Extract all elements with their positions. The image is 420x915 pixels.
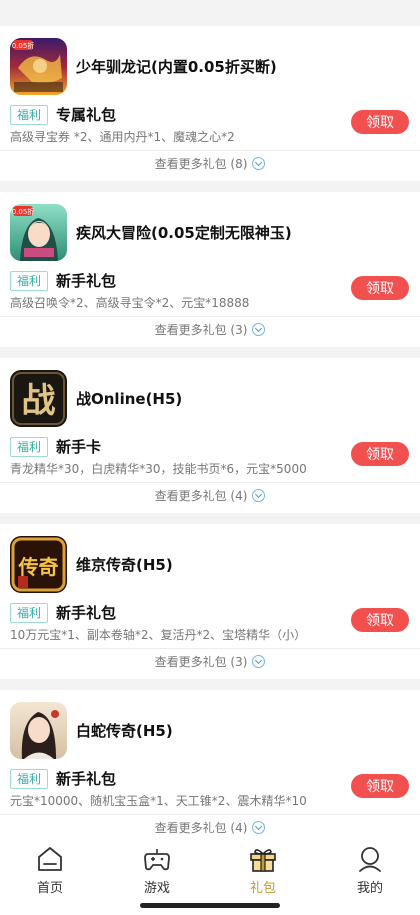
game-title[interactable]: 战Online(H5): [76, 388, 182, 409]
game-title[interactable]: 少年驯龙记(内置0.05折买断): [76, 56, 277, 77]
tab-gifts[interactable]: 礼包: [223, 844, 303, 900]
zhan-calligraphy-icon[interactable]: 战: [10, 370, 67, 427]
tab-label: 我的: [356, 881, 383, 896]
game-gift-card: 白蛇传奇(H5) 福利 新手礼包 领取 元宝*10000、随机宝玉盒*1、天工锥…: [0, 690, 420, 845]
gift-row: 福利 专属礼包: [10, 104, 410, 126]
welfare-tag: 福利: [10, 271, 48, 291]
more-gifts-link[interactable]: 查看更多礼包 (4): [0, 486, 420, 506]
game-gift-card: 战 战Online(H5) 福利 新手卡 领取 青龙精华*30，白虎精华*30，…: [0, 358, 420, 513]
claim-button[interactable]: 领取: [351, 276, 409, 300]
home-indicator: [140, 903, 280, 908]
game-gift-card: 0.05折 少年驯龙记(内置0.05折买断) 福利 专属礼包 领取 高级寻宝券 …: [0, 26, 420, 181]
user-icon: [359, 847, 381, 872]
gift-name: 新手礼包: [56, 272, 117, 290]
tab-games[interactable]: 游戏: [117, 844, 197, 900]
chevron-down-icon: [252, 489, 266, 502]
gift-description: 高级寻宝券 *2、通用内丹*1、魔魂之心*2: [10, 130, 235, 144]
claim-button[interactable]: 领取: [351, 608, 409, 632]
chevron-down-icon: [252, 157, 266, 170]
divider: [0, 648, 420, 649]
gift-name: 新手礼包: [56, 604, 117, 622]
welfare-tag: 福利: [10, 769, 48, 789]
tab-label: 游戏: [143, 881, 170, 896]
more-gifts-label: 查看更多礼包 (4): [154, 489, 248, 503]
chevron-down-icon: [252, 323, 266, 336]
gift-list: 0.05折 少年驯龙记(内置0.05折买断) 福利 专属礼包 领取 高级寻宝券 …: [0, 26, 420, 845]
game-gift-card: 0.05折 疾风大冒险(0.05定制无限神玉) 福利 新手礼包 领取 高级召唤令…: [0, 192, 420, 347]
game-title[interactable]: 维京传奇(H5): [76, 554, 173, 575]
icon-calligraphy-text: 传奇: [18, 555, 59, 579]
anime-girl-game-icon[interactable]: 0.05折: [10, 204, 67, 261]
gamepad-icon: [144, 849, 170, 871]
gift-description: 青龙精华*30，白虎精华*30，技能书页*6，元宝*5000: [10, 462, 307, 476]
claim-button[interactable]: 领取: [351, 442, 409, 466]
tab-label: 礼包: [249, 881, 276, 896]
gift-icon: [250, 849, 276, 872]
tab-home[interactable]: 首页: [10, 844, 90, 900]
chuanqi-calligraphy-icon[interactable]: 传奇: [10, 536, 67, 593]
welfare-tag: 福利: [10, 603, 48, 623]
gift-row: 福利 新手卡: [10, 436, 410, 458]
chevron-down-icon: [252, 821, 266, 834]
welfare-tag: 福利: [10, 105, 48, 125]
more-gifts-link[interactable]: 查看更多礼包 (4): [0, 818, 420, 838]
gift-row: 福利 新手礼包: [10, 270, 410, 292]
tab-label: 首页: [36, 881, 63, 896]
gift-name: 新手礼包: [56, 770, 117, 788]
icon-calligraphy-text: 战: [22, 381, 56, 421]
divider: [0, 482, 420, 483]
dragon-game-icon[interactable]: 0.05折: [10, 38, 67, 95]
more-gifts-label: 查看更多礼包 (4): [154, 821, 248, 835]
gift-description: 10万元宝*1、副本卷轴*2、复活丹*2、宝塔精华（小）: [10, 628, 307, 642]
gift-row: 福利 新手礼包: [10, 602, 410, 624]
divider: [0, 814, 420, 815]
welfare-tag: 福利: [10, 437, 48, 457]
more-gifts-label: 查看更多礼包 (3): [154, 323, 248, 337]
divider: [0, 316, 420, 317]
divider: [0, 150, 420, 151]
gift-row: 福利 新手礼包: [10, 768, 410, 790]
more-gifts-label: 查看更多礼包 (8): [154, 157, 248, 171]
claim-button[interactable]: 领取: [351, 774, 409, 798]
claim-button[interactable]: 领取: [351, 110, 409, 134]
home-icon: [38, 847, 62, 871]
tab-mine[interactable]: 我的: [330, 844, 410, 900]
gift-name: 新手卡: [56, 438, 102, 456]
game-title[interactable]: 疾风大冒险(0.05定制无限神玉): [76, 222, 292, 243]
icon-discount-text: 0.05折: [12, 41, 35, 50]
game-title[interactable]: 白蛇传奇(H5): [76, 720, 173, 741]
more-gifts-link[interactable]: 查看更多礼包 (3): [0, 652, 420, 672]
lady-portrait-icon[interactable]: [10, 702, 67, 759]
gift-description: 元宝*10000、随机宝玉盒*1、天工锥*2、震木精华*10: [10, 794, 307, 808]
game-gift-card: 传奇 维京传奇(H5) 福利 新手礼包 领取 10万元宝*1、副本卷轴*2、复活…: [0, 524, 420, 679]
icon-discount-text: 0.05折: [12, 207, 35, 216]
more-gifts-link[interactable]: 查看更多礼包 (8): [0, 154, 420, 174]
gift-name: 专属礼包: [56, 106, 117, 124]
more-gifts-label: 查看更多礼包 (3): [154, 655, 248, 669]
gift-description: 高级召唤令*2、高级寻宝令*2、元宝*18888: [10, 296, 250, 310]
chevron-down-icon: [252, 655, 266, 668]
more-gifts-link[interactable]: 查看更多礼包 (3): [0, 320, 420, 340]
